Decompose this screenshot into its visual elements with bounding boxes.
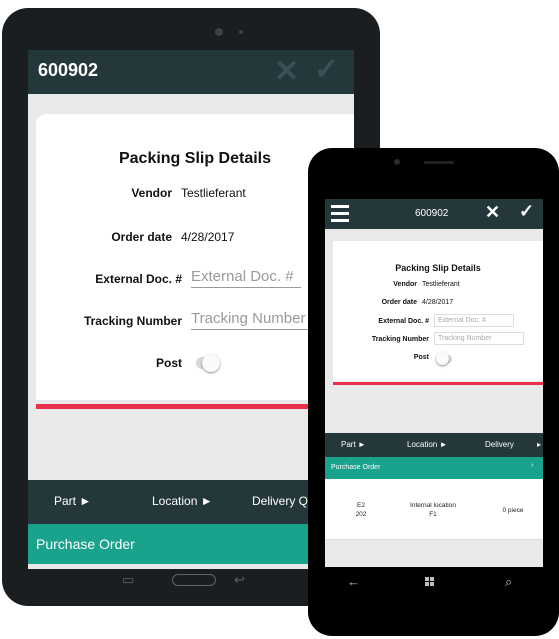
tablet-column-nav: Part ► Location ► Delivery Q <box>28 480 354 524</box>
accent-divider <box>36 404 354 409</box>
location-bin: F1 <box>429 511 437 518</box>
tab-delivery[interactable]: Delivery <box>485 440 514 449</box>
phone-speaker <box>424 161 454 164</box>
home-icon[interactable] <box>172 574 216 586</box>
vendor-value: Testlieferant <box>181 186 246 200</box>
vendor-label: Vendor <box>393 281 417 288</box>
phone-device: 600902 ✕ ✓ Packing Slip Details Vendor T… <box>308 148 559 636</box>
toggle-knob <box>436 352 449 365</box>
post-label: Post <box>413 354 429 361</box>
phone-screen: 600902 ✕ ✓ Packing Slip Details Vendor T… <box>325 199 543 567</box>
close-icon[interactable]: ✕ <box>274 54 299 89</box>
external-doc-field[interactable]: External Doc. # <box>434 314 514 327</box>
post-toggle[interactable] <box>196 354 220 372</box>
back-arrow-icon[interactable]: ← <box>347 574 360 589</box>
tablet-screen: 600902 ✕ ✓ Packing Slip Details Vendor T… <box>28 50 354 569</box>
purchase-order-section[interactable]: Purchase Order <box>28 524 354 564</box>
order-date-value: 4/28/2017 <box>422 299 454 306</box>
post-toggle[interactable] <box>436 352 452 365</box>
tracking-number-label: Tracking Number <box>83 314 182 328</box>
location-name: Internal location <box>410 502 456 509</box>
windows-start-icon[interactable] <box>425 577 435 587</box>
back-icon[interactable]: ↩ <box>234 572 245 588</box>
tablet-app-header: 600902 ✕ ✓ <box>28 50 354 94</box>
checkmark-icon[interactable]: ✓ <box>314 52 339 87</box>
tablet-sensor <box>239 30 243 34</box>
post-label: Post <box>155 356 182 370</box>
vendor-label: Vendor <box>131 186 172 200</box>
tracking-number-field[interactable]: Tracking Number <box>434 332 524 345</box>
row-location: Internal location F1 <box>393 501 473 519</box>
order-date-value: 4/28/2017 <box>181 230 235 244</box>
tab-location[interactable]: Location ► <box>407 440 447 449</box>
tracking-number-label: Tracking Number <box>371 336 429 343</box>
tab-location[interactable]: Location ► <box>152 494 213 508</box>
external-doc-field[interactable]: External Doc. # <box>191 268 301 288</box>
row-quantity: 0 piece <box>502 507 524 514</box>
tab-part[interactable]: Part ► <box>341 440 366 449</box>
vendor-value: Testlieferant <box>422 281 460 288</box>
purchase-order-label: Purchase Order <box>331 464 381 471</box>
part-number: 202 <box>355 511 367 518</box>
packing-slip-card: Packing Slip Details Vendor Testlieferan… <box>333 241 543 381</box>
phone-soft-keys: ← ⌕ <box>325 574 543 598</box>
accent-divider <box>333 382 543 385</box>
form-title: Packing Slip Details <box>118 150 272 167</box>
external-doc-label: External Doc. # <box>95 272 182 286</box>
purchase-order-label: Purchase Order <box>36 536 135 552</box>
header-title: 600902 <box>415 208 449 219</box>
more-tabs-arrow-icon[interactable]: ▸ <box>537 440 541 449</box>
phone-column-nav: Part ► Location ► Delivery ▸ <box>325 433 543 457</box>
tab-delivery[interactable]: Delivery Q <box>252 494 308 508</box>
chevron-right-icon: › <box>531 462 534 469</box>
checkmark-icon[interactable]: ✓ <box>519 201 534 222</box>
header-title: 600902 <box>38 60 99 80</box>
phone-app-header: 600902 ✕ ✓ <box>325 199 543 229</box>
tab-part[interactable]: Part ► <box>54 494 91 508</box>
recent-apps-icon[interactable]: ▭ <box>122 572 134 588</box>
search-icon[interactable]: ⌕ <box>505 574 512 590</box>
table-row[interactable]: E2 202 Internal location F1 0 piece <box>325 479 543 540</box>
order-date-label: Order date <box>381 299 417 306</box>
external-doc-label: External Doc. # <box>378 318 429 325</box>
phone-camera <box>394 159 400 165</box>
toggle-knob <box>202 354 220 372</box>
row-part: E2 202 <box>343 501 379 519</box>
close-icon[interactable]: ✕ <box>485 202 500 223</box>
order-date-label: Order date <box>111 230 172 244</box>
hamburger-menu-icon[interactable] <box>331 205 349 222</box>
packing-slip-card: Packing Slip Details Vendor Testlieferan… <box>36 114 354 400</box>
tablet-camera <box>215 28 223 36</box>
purchase-order-section[interactable]: Purchase Order › <box>325 457 543 479</box>
tablet-nav-buttons: ▭ ↩ <box>112 572 292 592</box>
part-code: E2 <box>357 502 365 509</box>
form-title: Packing Slip Details <box>395 263 481 273</box>
